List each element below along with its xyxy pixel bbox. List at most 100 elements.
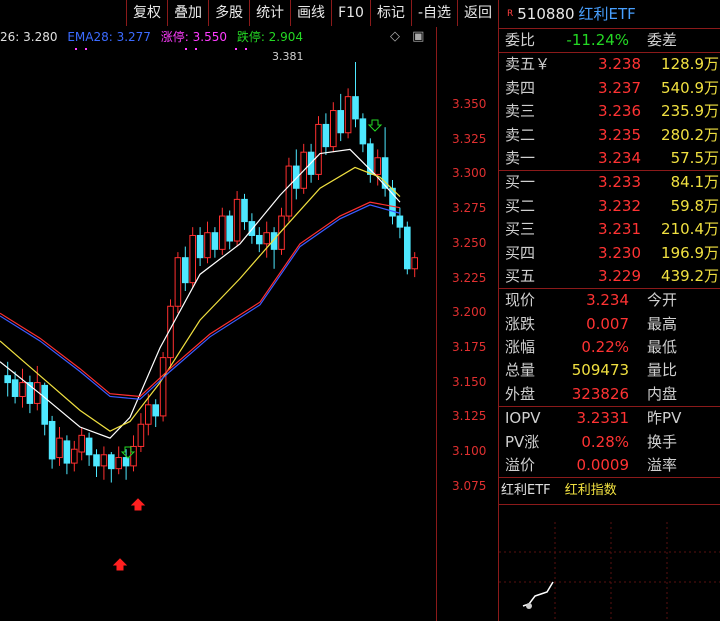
candle-body bbox=[85, 437, 93, 456]
candle-body bbox=[256, 234, 263, 245]
change-label: 涨跌 bbox=[505, 314, 536, 333]
buy4-volume: 196.9万 bbox=[661, 243, 719, 262]
y-tick-label: 3.325 bbox=[452, 131, 487, 146]
stat-row: 涨跌 0.007 最高 bbox=[499, 313, 720, 336]
candle-body bbox=[4, 375, 11, 384]
candle-body bbox=[182, 257, 189, 284]
y-tick-label: 3.100 bbox=[452, 444, 487, 458]
stat-row: 涨幅 0.22% 最低 bbox=[499, 336, 720, 359]
indicator-marker bbox=[85, 48, 87, 50]
buy2-volume: 59.8万 bbox=[670, 196, 719, 215]
sell-orders: 卖五￥ 3.238 128.9万 卖四 3.237 540.9万 卖三 3.236 235.… bbox=[499, 53, 720, 172]
sell4-label: 卖四 bbox=[505, 78, 536, 97]
candle-body bbox=[241, 198, 248, 223]
change-pct-label: 涨幅 bbox=[505, 338, 536, 357]
ema-fast-line bbox=[0, 148, 401, 439]
buy3-volume: 210.4万 bbox=[661, 220, 719, 239]
tab-index[interactable]: 红利指数 bbox=[565, 483, 617, 498]
sell3-volume: 235.9万 bbox=[661, 102, 719, 121]
turnover-label: 换手 bbox=[647, 432, 678, 451]
back-button[interactable]: 返回 bbox=[457, 0, 498, 26]
iopv-label: IOPV bbox=[505, 409, 541, 428]
tab-etf[interactable]: 红利ETF bbox=[501, 483, 551, 498]
candle-body bbox=[71, 448, 78, 464]
y-axis-separator bbox=[436, 27, 437, 621]
kline-chart-area[interactable]: 复权 叠加 多股 统计 画线 F10 标记 -自选 返回 26: 3.280 E… bbox=[0, 0, 498, 621]
overlay-button[interactable]: 叠加 bbox=[167, 0, 209, 26]
indicator-marker bbox=[75, 48, 77, 50]
candle-body bbox=[352, 96, 359, 120]
sell-row: 卖五￥ 3.238 128.9万 bbox=[499, 53, 720, 76]
sell1-label: 卖一 bbox=[505, 148, 536, 167]
candle-body bbox=[293, 165, 300, 189]
restore-rights-button[interactable]: 复权 bbox=[126, 0, 168, 26]
premium-rate-label: 溢率 bbox=[647, 456, 678, 475]
change-pct-value: 0.22% bbox=[581, 338, 630, 357]
y-tick-label: 3.150 bbox=[452, 374, 487, 389]
candle-body bbox=[344, 96, 352, 134]
candle-body bbox=[19, 382, 26, 397]
multi-stock-button[interactable]: 多股 bbox=[208, 0, 250, 26]
candle-body bbox=[11, 379, 19, 397]
ema-mid-line bbox=[0, 166, 401, 432]
candle-body bbox=[337, 110, 344, 134]
buy-row: 买三 3.231 210.4万 bbox=[499, 218, 720, 241]
candlestick-svg bbox=[0, 48, 418, 571]
change-value: 0.007 bbox=[586, 314, 630, 333]
candle-body bbox=[374, 157, 381, 175]
y-tick-label: 3.175 bbox=[452, 339, 487, 354]
candle-body bbox=[122, 457, 130, 467]
candle-body bbox=[411, 257, 418, 270]
remove-watchlist-button[interactable]: -自选 bbox=[410, 0, 457, 26]
indicator-marker bbox=[195, 48, 197, 50]
sell5-volume: 128.9万 bbox=[661, 55, 719, 74]
pv-change-label: PV涨 bbox=[505, 432, 540, 451]
up-arrow-icon bbox=[130, 498, 146, 511]
draw-line-button[interactable]: 画线 bbox=[290, 0, 332, 26]
buy1-price: 3.233 bbox=[598, 173, 641, 192]
candle-body bbox=[41, 384, 49, 425]
buy4-price: 3.230 bbox=[598, 243, 641, 262]
buy5-price: 3.229 bbox=[598, 266, 641, 285]
candle-body bbox=[396, 215, 404, 228]
premium-label: 溢价 bbox=[505, 456, 536, 475]
y-tick-label: 3.225 bbox=[452, 270, 487, 285]
candle-body bbox=[404, 226, 411, 270]
prev-pv-label: 昨PV bbox=[647, 409, 682, 428]
weibi-row: 委比 -11.24% 委差 bbox=[499, 29, 720, 54]
candle-body bbox=[189, 234, 196, 284]
stat-row: 外盘 323826 内盘 bbox=[499, 383, 720, 406]
premium-value: 0.0009 bbox=[576, 456, 630, 475]
y-tick-label: 3.250 bbox=[452, 235, 487, 250]
buy1-volume: 84.1万 bbox=[670, 173, 719, 192]
y-tick-label: 3.350 bbox=[452, 97, 487, 111]
candle-body bbox=[226, 215, 233, 242]
sell5-price: 3.238 bbox=[598, 55, 641, 74]
candle-body bbox=[63, 440, 71, 464]
mark-button[interactable]: 标记 bbox=[369, 0, 411, 26]
buy-row: 买四 3.230 196.9万 bbox=[499, 242, 720, 265]
candle-body bbox=[263, 232, 270, 245]
candle-body bbox=[330, 110, 337, 148]
buy3-price: 3.231 bbox=[598, 220, 641, 239]
high-price-label: 3.381 bbox=[272, 50, 304, 63]
candle-body bbox=[93, 454, 100, 467]
buy1-label: 买一 bbox=[505, 173, 536, 192]
weicha-label: 委差 bbox=[647, 31, 678, 49]
buy4-label: 买四 bbox=[505, 243, 536, 262]
chart-toolbar: 复权 叠加 多股 统计 画线 F10 标记 -自选 返回 bbox=[0, 0, 498, 27]
f10-button[interactable]: F10 bbox=[331, 0, 370, 26]
quote-panel: R 510880 红利ETF 委比 -11.24% 委差 卖五￥ 3.238 128.9… bbox=[498, 0, 720, 621]
outer-volume-value: 323826 bbox=[571, 384, 630, 403]
up-arrow-icon bbox=[112, 558, 128, 571]
pv-change-value: 0.28% bbox=[581, 432, 630, 451]
iopv-value: 3.2331 bbox=[576, 409, 630, 428]
sell1-volume: 57.5万 bbox=[670, 148, 719, 167]
sell4-volume: 540.9万 bbox=[661, 78, 719, 97]
r-badge: R bbox=[507, 9, 514, 19]
candle-body bbox=[108, 454, 115, 470]
candle-body bbox=[204, 232, 211, 259]
y-tick-label: 3.200 bbox=[452, 305, 487, 320]
statistics-button[interactable]: 统计 bbox=[249, 0, 291, 26]
security-name[interactable]: 红利ETF bbox=[579, 5, 636, 23]
